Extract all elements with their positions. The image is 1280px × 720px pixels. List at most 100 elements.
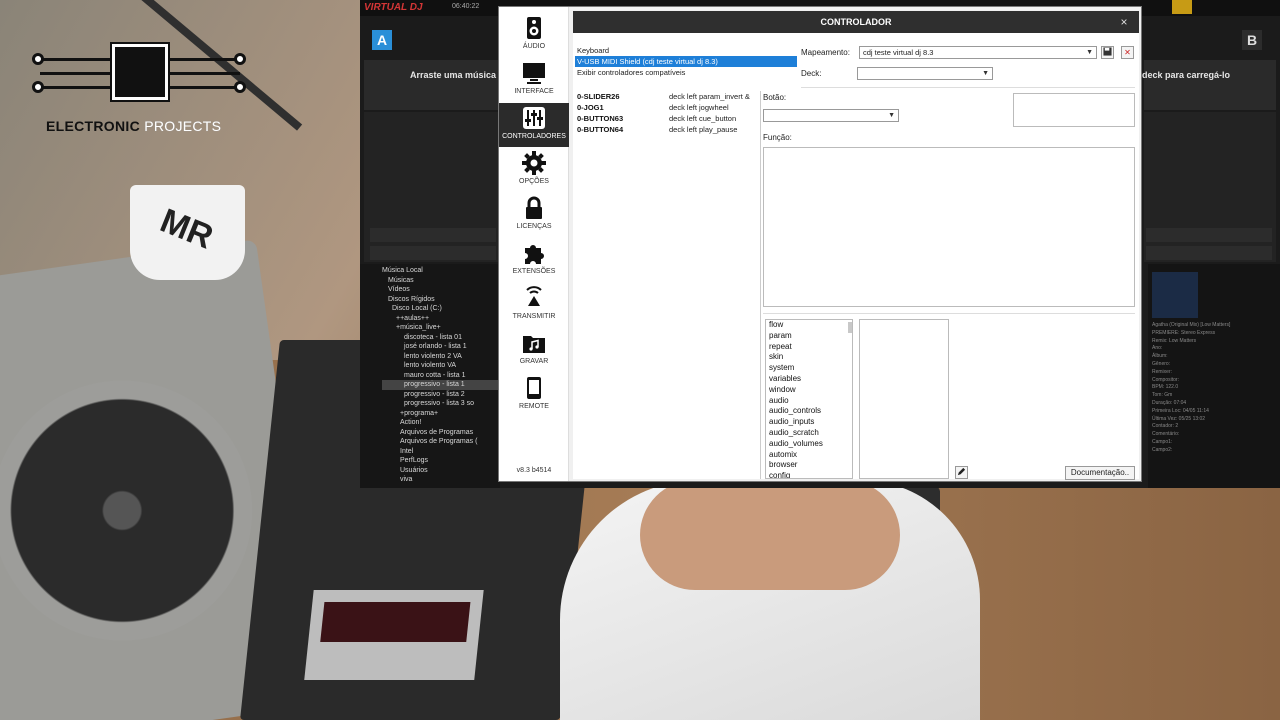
channel-logo: ELECTRONIC PROJECTS	[30, 38, 250, 138]
verb-item[interactable]: audio_controls	[766, 406, 852, 417]
controller-item[interactable]: Exibir controladores compatíveis	[575, 67, 797, 78]
vdj-system-button[interactable]	[1172, 0, 1192, 14]
verb-detail-list[interactable]	[859, 319, 949, 479]
controller-list: Keyboard V-USB MIDI Shield (cdj teste vi…	[575, 45, 797, 78]
mapping-action: deck left cue_button	[669, 114, 737, 123]
mapping-list: 0-SLIDER26 deck left param_invert & 0-JOG1…	[575, 91, 761, 135]
divider	[760, 91, 761, 479]
dialog-title: CONTROLADOR	[573, 11, 1139, 33]
function-editor[interactable]	[763, 147, 1135, 307]
nav-label: CONTROLADORES	[502, 133, 566, 140]
folder-item[interactable]: lento violento 2 VA	[382, 352, 500, 362]
deck-a-pads[interactable]	[370, 228, 496, 242]
button-select[interactable]: ▼	[763, 109, 899, 122]
nav-remote[interactable]: REMOTE	[499, 373, 569, 417]
folder-item[interactable]: Discos Rígidos	[382, 295, 500, 305]
nav-options[interactable]: OPÇÕES	[499, 148, 569, 192]
folder-item[interactable]: Música Local	[382, 266, 500, 276]
close-button[interactable]: ×	[1117, 11, 1131, 33]
delete-mapping-button[interactable]: ✕	[1121, 46, 1134, 59]
folder-item[interactable]: progressivo - lista 2	[382, 390, 500, 400]
edit-button[interactable]	[955, 466, 968, 479]
folder-item[interactable]: discoteca - lista 01	[382, 333, 500, 343]
deck-a-pads[interactable]	[370, 246, 496, 260]
folder-item[interactable]: progressivo - lista 1	[382, 380, 500, 390]
nav-interface[interactable]: INTERFACE	[499, 58, 569, 102]
verb-item[interactable]: audio_inputs	[766, 417, 852, 428]
deck-select[interactable]: ▼	[857, 67, 993, 80]
nav-extensions[interactable]: EXTENSÕES	[499, 238, 569, 282]
verb-item[interactable]: repeat	[766, 342, 852, 353]
track-info-line: Álbum:	[1152, 353, 1168, 360]
controller-item[interactable]: V-USB MIDI Shield (cdj teste virtual dj …	[575, 56, 797, 67]
verb-item[interactable]: system	[766, 363, 852, 374]
vdj-logo: VIRTUAL DJ	[364, 2, 423, 13]
track-info-line: Agatha (Original Mix) [Low Matters]	[1152, 322, 1231, 328]
folder-item[interactable]: progressivo - lista 3 so	[382, 399, 500, 409]
documentation-button[interactable]: Documentação..	[1065, 466, 1135, 480]
logo-trace	[168, 72, 240, 75]
nav-audio[interactable]: ÁUDIO	[499, 13, 569, 57]
verb-list[interactable]: flow param repeat skin system variables window…	[765, 319, 853, 479]
verb-item[interactable]: flow	[766, 320, 852, 331]
record-folder-icon	[523, 336, 545, 353]
folder-item[interactable]: Disco Local (C:)	[382, 304, 500, 314]
folder-item[interactable]: lento violento VA	[382, 361, 500, 371]
verb-item[interactable]: config	[766, 471, 852, 478]
save-icon	[1103, 47, 1112, 56]
mapping-row[interactable]: 0-JOG1 deck left jogwheel	[575, 102, 761, 113]
verb-item[interactable]: window	[766, 385, 852, 396]
nav-controllers[interactable]: CONTROLADORES	[499, 103, 569, 147]
scrollbar[interactable]	[848, 322, 852, 333]
folder-item[interactable]: +programa+	[382, 409, 500, 419]
deck-b-label[interactable]: B	[1242, 30, 1262, 50]
nav-record[interactable]: GRAVAR	[499, 328, 569, 372]
logo-trace	[168, 58, 240, 61]
folder-item[interactable]: Arquivos de Programas (	[382, 437, 500, 447]
verb-item[interactable]: skin	[766, 352, 852, 363]
album-cover	[1152, 272, 1198, 318]
verb-item[interactable]: param	[766, 331, 852, 342]
verb-item[interactable]: audio	[766, 396, 852, 407]
button-label: Botão:	[763, 93, 787, 102]
mapping-select[interactable]: cdj teste virtual dj 8.3 ▼	[859, 46, 1097, 59]
folder-item[interactable]: Vídeos	[382, 285, 500, 295]
nav-broadcast[interactable]: TRANSMITIR	[499, 283, 569, 327]
verb-item[interactable]: automix	[766, 450, 852, 461]
delete-icon: ✕	[1124, 48, 1131, 57]
folder-item[interactable]: Músicas	[382, 276, 500, 286]
folder-item[interactable]: mauro cotta - lista 1	[382, 371, 500, 381]
folder-item[interactable]: +música_live+	[382, 323, 500, 333]
folder-item[interactable]: PerfLogs	[382, 456, 500, 466]
folder-item[interactable]: Arquivos de Programas	[382, 428, 500, 438]
deck-a-label[interactable]: A	[372, 30, 392, 50]
divider	[763, 313, 1135, 314]
folder-item[interactable]: viva	[382, 475, 500, 485]
deck-a-waveform[interactable]	[364, 60, 498, 110]
mapping-row[interactable]: 0-BUTTON64 deck left play_pause	[575, 124, 761, 135]
verb-item[interactable]: audio_scratch	[766, 428, 852, 439]
deck-b-pads[interactable]	[1146, 246, 1272, 260]
deck-b-pads[interactable]	[1146, 228, 1272, 242]
version-label: v8.3 b4514	[516, 467, 552, 474]
folder-item[interactable]: Usuários	[382, 466, 500, 476]
folder-item[interactable]: josé orlando - lista 1	[382, 342, 500, 352]
folder-item[interactable]: ++aulas++	[382, 314, 500, 324]
nav-licenses[interactable]: LICENÇAS	[499, 193, 569, 237]
controller-item[interactable]: Keyboard	[575, 45, 797, 56]
folder-item[interactable]: Action!	[382, 418, 500, 428]
controller-dialog: CONTROLADOR × Keyboard V-USB MIDI Shield…	[573, 11, 1139, 480]
mapping-key: 0-JOG1	[577, 103, 604, 112]
verb-item[interactable]: browser	[766, 460, 852, 471]
folder-tree[interactable]: Música Local Músicas Vídeos Discos Rígidos D…	[382, 266, 500, 485]
deck-b-waveform[interactable]	[1144, 60, 1276, 110]
track-info-line: Compositor:	[1152, 376, 1179, 383]
verb-item[interactable]: variables	[766, 374, 852, 385]
folder-item[interactable]: Intel	[382, 447, 500, 457]
mapping-row[interactable]: 0-BUTTON63 deck left cue_button	[575, 113, 761, 124]
verb-item[interactable]: audio_volumes	[766, 439, 852, 450]
monitor-icon	[523, 63, 545, 84]
save-mapping-button[interactable]	[1101, 46, 1114, 59]
mapping-row[interactable]: 0-SLIDER26 deck left param_invert &	[575, 91, 761, 102]
mapping-action: deck left jogwheel	[669, 103, 729, 112]
